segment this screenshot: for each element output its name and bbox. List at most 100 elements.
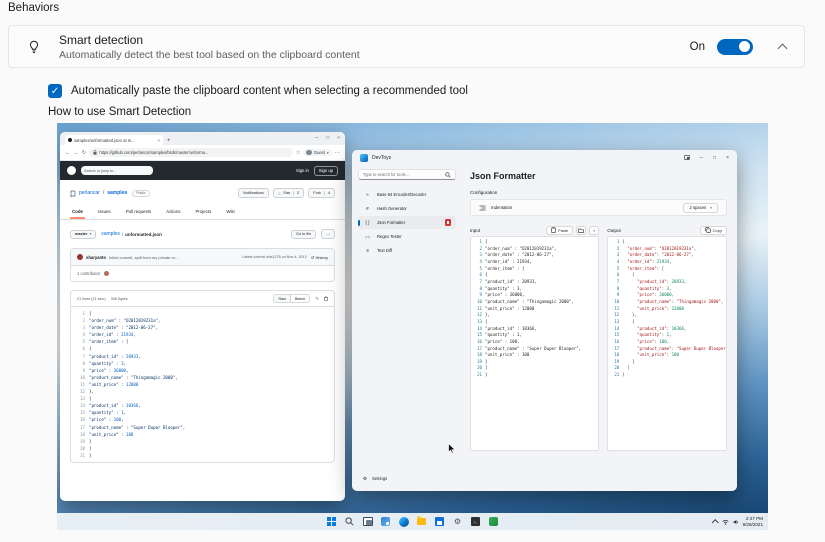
tab-close-icon[interactable]: × — [157, 138, 160, 143]
tab-actions[interactable]: Actions — [164, 206, 182, 219]
minimize-icon[interactable]: ─ — [315, 136, 318, 141]
history-button[interactable]: ↺ History — [311, 255, 328, 260]
blame-button[interactable]: Blame — [291, 295, 309, 302]
repo-owner-link[interactable]: perlancar — [79, 190, 100, 196]
close-icon[interactable]: × — [337, 136, 340, 141]
settings-label: Settings — [372, 476, 388, 481]
taskbar-search-button[interactable] — [344, 516, 356, 528]
open-file-button[interactable] — [576, 225, 587, 235]
minimize-icon[interactable]: ─ — [700, 155, 704, 161]
tab-projects[interactable]: Projects — [193, 206, 213, 219]
sidebar-item-hash-generator[interactable]: # Hash Generator — [358, 202, 456, 215]
tab-issues[interactable]: Issues — [96, 206, 113, 219]
forward-icon[interactable]: → — [73, 150, 78, 156]
sidebar-item-text-diff[interactable]: ≡ Text Diff — [358, 244, 456, 257]
browser-menu-icon[interactable]: ⋯ — [335, 150, 340, 156]
network-icon[interactable] — [722, 519, 729, 525]
indentation-select[interactable]: 2 spaces ▾ — [683, 202, 718, 213]
back-icon[interactable]: ← — [65, 150, 70, 156]
store-icon — [435, 517, 444, 526]
tab-pull-requests[interactable]: Pull requests — [124, 206, 153, 219]
sidebar-item-regex-tester[interactable]: (.*) Regex Tester — [358, 230, 456, 243]
chevron-up-icon[interactable] — [777, 43, 788, 53]
copy-button[interactable]: Copy — [699, 225, 727, 235]
github-search-input[interactable]: Search or jump to... — [81, 166, 153, 175]
raw-button[interactable]: Raw — [274, 295, 291, 302]
clear-button[interactable]: × — [589, 225, 600, 235]
new-tab-icon[interactable]: + — [167, 138, 171, 144]
devtoys-sidebar: Type to search for tools... ≈ Base 64 En… — [352, 165, 462, 491]
edge-taskbar-button[interactable] — [398, 516, 410, 528]
output-panel: Output Copy 1 2 3 4 5 6 7 8 9 10 11 12 1… — [607, 224, 727, 451]
start-button[interactable] — [326, 516, 338, 528]
refresh-icon[interactable]: ↻ — [82, 150, 87, 156]
paste-button[interactable]: Paste — [546, 225, 574, 235]
contributor-avatar[interactable] — [104, 271, 110, 276]
tools-search-input[interactable]: Type to search for tools... — [358, 169, 456, 180]
favorite-star-icon[interactable]: ☆ — [296, 150, 301, 156]
clipboard-icon — [551, 227, 556, 233]
settings-button[interactable]: ⚙ — [452, 516, 464, 528]
terminal-button[interactable]: >_ — [470, 516, 482, 528]
smart-detection-toggle[interactable] — [717, 38, 753, 55]
file-explorer-button[interactable] — [416, 516, 428, 528]
browser-tab[interactable]: samples/unformatted.json at m... × — [65, 135, 163, 145]
smart-detection-card[interactable]: Smart detection Automatically detect the… — [8, 25, 805, 68]
file-options-button[interactable]: ⋯ — [321, 229, 335, 239]
avatar — [306, 149, 312, 156]
commit-author-link[interactable]: sharyanto — [86, 255, 106, 260]
sidebar-item-settings[interactable]: ⚙ Settings — [358, 472, 392, 485]
input-editor[interactable]: 1 2 3 4 5 6 7 8 9 10 11 12 13 14 15 16 1… — [470, 236, 600, 451]
fork-button[interactable]: Fork 4 — [308, 188, 335, 198]
output-editor[interactable]: 1 2 3 4 5 6 7 8 9 10 11 12 13 14 15 16 1… — [607, 236, 727, 451]
star-button[interactable]: ☆ Star 2 — [272, 188, 305, 198]
profile-button[interactable]: Guest ▾ — [303, 148, 332, 157]
close-icon[interactable]: × — [726, 155, 729, 161]
windows-logo-icon — [327, 517, 336, 526]
branch-selector[interactable]: master ▾ — [70, 229, 97, 239]
toggle-knob — [739, 41, 750, 52]
sign-up-button[interactable]: Sign up — [313, 165, 338, 176]
input-label: Input — [470, 227, 481, 233]
widgets-button[interactable] — [380, 516, 392, 528]
edit-file-icon[interactable]: ✎ — [315, 296, 319, 302]
repo-name-link[interactable]: samples — [107, 190, 127, 196]
go-to-file-button[interactable]: Go to file — [291, 229, 317, 239]
pinned-app-button[interactable] — [488, 516, 500, 528]
store-button[interactable] — [434, 516, 446, 528]
sidebar-item-json-formatter[interactable]: { } Json Formatter — [358, 216, 456, 229]
contributors-label[interactable]: 1 contributor — [77, 271, 100, 276]
tab-wiki[interactable]: Wiki — [224, 206, 236, 219]
tab-code[interactable]: Code — [70, 206, 85, 219]
notifications-button[interactable]: Notifications — [238, 188, 269, 198]
raw-blame-toggle: Raw Blame — [273, 294, 311, 303]
repo-tabs: Code Issues Pull requests Actions Projec… — [70, 206, 335, 219]
github-logo-icon[interactable] — [67, 166, 76, 175]
sign-in-link[interactable]: Sign in — [296, 168, 309, 173]
sidebar-item-label: Json Formatter — [377, 220, 406, 225]
delete-file-icon[interactable] — [324, 296, 328, 301]
commit-message[interactable]: Initial commit, split from my private m… — [109, 255, 179, 260]
recommended-tool-badge — [445, 219, 451, 226]
output-label: Output — [607, 227, 621, 233]
github-code-view[interactable]: 1 2 3 4 5 6 7 8 9 10 11 12 13 14 15 16 1… — [71, 307, 334, 462]
file-size: 336 Bytes — [110, 296, 128, 301]
file-lines-meta: 21 lines (21 sloc) — [77, 296, 106, 301]
breadcrumb-repo-link[interactable]: samples — [101, 231, 120, 237]
sidebar-item-base64[interactable]: ≈ Base 64 Encoder/Decoder — [358, 188, 456, 201]
maximize-icon[interactable]: □ — [713, 155, 716, 161]
compact-overlay-icon[interactable] — [683, 155, 690, 160]
tray-chevron-icon[interactable] — [712, 519, 719, 526]
address-bar[interactable]: https://github.com/perlancar/samples/blo… — [89, 148, 293, 157]
avatar[interactable] — [77, 254, 83, 260]
autopaste-checkbox[interactable]: ✓ — [48, 84, 62, 98]
clock-date: 9/28/2021 — [742, 521, 763, 527]
task-view-button[interactable] — [362, 516, 374, 528]
edge-window: samples/unformatted.json at m... × + ─ □… — [60, 132, 345, 501]
taskbar-clock[interactable]: 2:47 PM 9/28/2021 — [743, 516, 763, 527]
task-view-icon — [362, 517, 373, 526]
github-header: Search or jump to... Sign in Sign up — [60, 161, 345, 180]
maximize-icon[interactable]: □ — [326, 136, 329, 141]
volume-icon[interactable] — [733, 519, 739, 525]
sidebar-item-label: Base 64 Encoder/Decoder — [377, 192, 427, 197]
